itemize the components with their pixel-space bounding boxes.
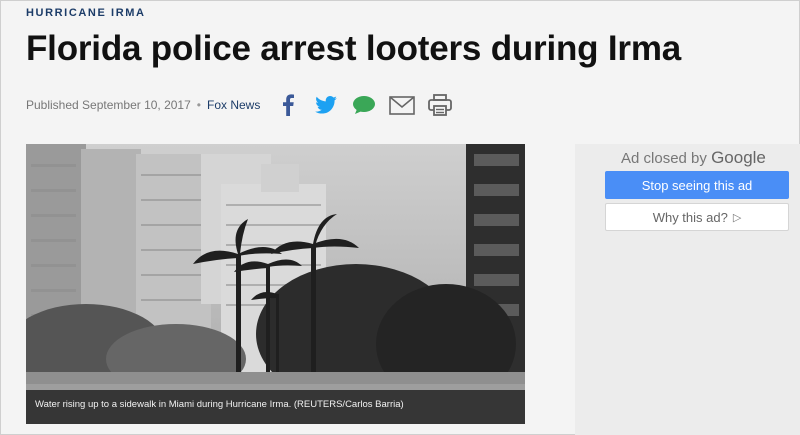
article-meta: Published September 10, 2017 • Fox News <box>26 98 260 112</box>
share-twitter-button[interactable] <box>307 91 345 119</box>
article-photo[interactable]: Water rising up to a sidewalk in Miami d… <box>26 144 525 424</box>
stop-seeing-ad-button[interactable]: Stop seeing this ad <box>605 171 789 199</box>
twitter-icon <box>315 96 337 114</box>
meta-separator: • <box>196 98 201 112</box>
article-headline: Florida police arrest looters during Irm… <box>26 29 682 68</box>
email-icon <box>389 95 415 115</box>
comment-icon <box>353 96 375 114</box>
share-email-button[interactable] <box>383 91 421 119</box>
section-kicker[interactable]: HURRICANE IRMA <box>26 7 146 19</box>
facebook-icon <box>283 94 294 116</box>
print-icon <box>428 94 452 116</box>
share-facebook-button[interactable] <box>269 91 307 119</box>
why-this-ad-button[interactable]: Why this ad? ▷ <box>605 203 789 231</box>
closed-ad-panel: Ad closed by Google Stop seeing this ad … <box>575 144 800 435</box>
share-bar <box>269 91 459 119</box>
ad-closed-notice: Ad closed by Google <box>621 148 766 168</box>
photo-caption: Water rising up to a sidewalk in Miami d… <box>35 399 404 410</box>
source-link[interactable]: Fox News <box>207 98 260 112</box>
share-print-button[interactable] <box>421 91 459 119</box>
ad-choices-icon: ▷ <box>732 211 742 224</box>
published-date: Published September 10, 2017 <box>26 98 191 112</box>
google-logo-text: Google <box>711 148 766 167</box>
hurricane-photo-image <box>26 144 525 424</box>
ad-closed-text: Ad closed by <box>621 150 707 167</box>
share-comment-button[interactable] <box>345 91 383 119</box>
why-this-ad-label: Why this ad? <box>652 209 728 225</box>
